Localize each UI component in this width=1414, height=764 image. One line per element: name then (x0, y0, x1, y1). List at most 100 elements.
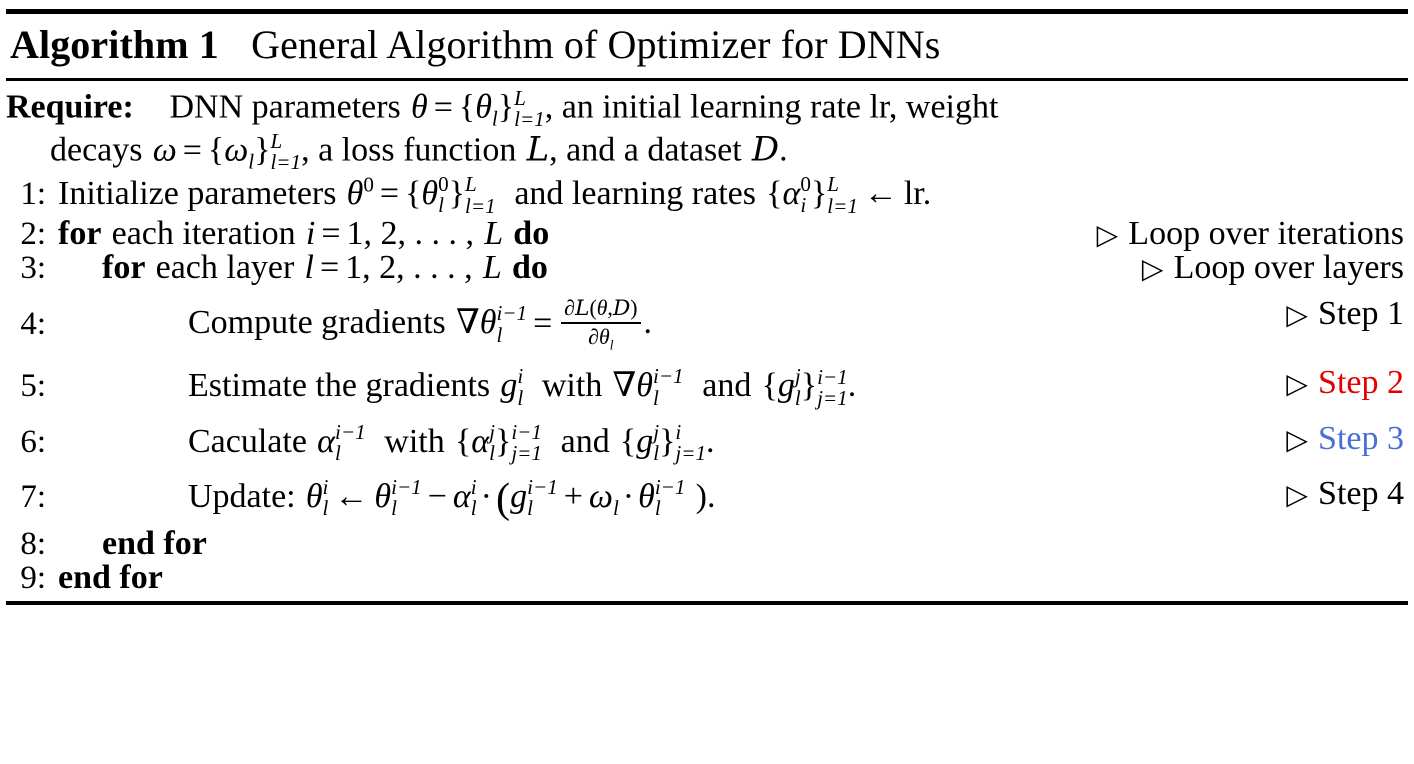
equals-sign: = (533, 304, 553, 342)
line-content-5: Estimate the gradients g i l with ∇θ i−1 l and {g… (188, 364, 857, 411)
partial-icon: ∂ (564, 296, 575, 321)
index-l: l (304, 249, 314, 287)
comment-text: Loop over layers (1173, 249, 1404, 287)
limits-i-j1: i j=1 (675, 419, 707, 466)
comment-text-step3: Step 3 (1318, 419, 1404, 457)
line1-text-a: Initialize parameters (58, 175, 337, 212)
comment-line-3: ▷ Loop over layers (1142, 251, 1404, 285)
alpha-symbol: α (317, 422, 335, 460)
algorithm-figure: Algorithm 1 General Algorithm of Optimiz… (0, 0, 1414, 764)
loss-symbol: L (526, 129, 550, 170)
line-number-4: 4: (20, 305, 46, 342)
line-number-7: 7: (20, 478, 46, 515)
line7-close: ). (695, 477, 716, 515)
comment-text: Step 4 (1318, 474, 1404, 512)
partial-icon: ∂ (588, 325, 600, 350)
alpha-symbol: α (452, 477, 471, 515)
line6-text-c: and (560, 422, 610, 460)
line-number-3: 3: (20, 250, 46, 287)
line-number-2: 2: (20, 216, 46, 253)
theta-symbol: θ (410, 88, 428, 126)
nabla-icon: ∇ (612, 367, 637, 405)
require-text-2: decays (50, 131, 143, 169)
line6-period: . (706, 422, 715, 460)
line-content-8: end for (102, 524, 207, 562)
algorithm-line-3: 3: for each layer l = 1, 2, . . . , Ldo ▷ Loop… (6, 251, 1408, 285)
alpha-sub-l-sup-i: il (470, 474, 477, 521)
line-content-7: Update: θ i l ← θ i−1 l − α i l ·(g i−1 l + ωl · θ i−1 l). (188, 474, 716, 523)
triangle-icon: ▷ (1096, 220, 1119, 252)
comment-text: Step 1 (1318, 295, 1404, 333)
algorithm-line-9: 9: end for (6, 558, 1408, 596)
left-arrow: ← (334, 477, 369, 515)
require-keyword: Require: (6, 88, 134, 126)
line-content-2: for each iteration i = 1, 2, . . . , Ldo (58, 217, 549, 251)
line5-text-b: with (541, 367, 603, 405)
equals-sign: = (319, 249, 340, 287)
minus-sign: − (427, 477, 447, 515)
symbol-L: L (484, 215, 504, 253)
alpha-symbol: α (782, 175, 801, 212)
line-number-6: 6: (20, 423, 46, 460)
comment-line-2: ▷ Loop over iterations (1097, 217, 1404, 251)
algorithm-line-2: 2: for each iteration i = 1, 2, . . . , Ldo ▷… (6, 217, 1408, 251)
keyword-for: for (102, 249, 146, 287)
line-content-9: end for (58, 558, 163, 596)
g-symbol: g (500, 367, 518, 405)
line-content-6: Caculate α i−1 l with {α j l} i−1 j=1 and {g j l} i j=1… (188, 419, 715, 466)
require-line-1: Require: DNN parameters θ = {θl} Ll=1, an in… (6, 86, 1408, 132)
theta-symbol: θ (599, 325, 610, 350)
limits-L-l1: Ll=1 (514, 86, 545, 132)
theta-sub-l-sup-i-1: i−1 l (654, 474, 686, 521)
theta-sub-l-sup-0: 0l (438, 171, 449, 218)
subscript-l: l (609, 337, 614, 353)
require-period: . (779, 131, 788, 169)
comment-line-5: ▷ Step 2 (1286, 366, 1404, 400)
triangle-icon: ▷ (1286, 424, 1308, 456)
line6-text-b: with (384, 422, 445, 460)
triangle-icon: ▷ (1286, 369, 1308, 401)
line2-sequence: 1, 2, . . . , (346, 215, 475, 253)
theta-sub-l-sup-i-1: i−1 l (652, 364, 684, 410)
algorithm-line-8: 8: end for (6, 524, 1408, 562)
line5-period: . (847, 367, 857, 405)
triangle-icon: ▷ (1141, 254, 1164, 286)
omega-symbol: ω (588, 477, 613, 515)
alpha-symbol: α (471, 422, 490, 460)
theta-sub-l-sup-i-1: i−1 l (391, 474, 422, 521)
line-number-5: 5: (20, 368, 46, 405)
equals-sign: = (182, 131, 202, 169)
equals-sign: = (379, 175, 400, 212)
algorithm-line-5: 5: Estimate the gradients g i l with ∇θ i−1 l an… (6, 364, 1408, 411)
left-arrow: ← (863, 175, 898, 212)
comment-line-6: ▷ Step 3 (1286, 419, 1404, 457)
equals-sign: = (321, 215, 341, 253)
alpha-sub-i-sup-0: 0i (800, 171, 811, 218)
g-sub-l-sup-i-1: i−1 l (527, 474, 558, 521)
require-content-1: Require: DNN parameters θ = {θl} Ll=1, an in… (6, 86, 999, 132)
comment-line-7: ▷ Step 4 (1286, 474, 1404, 512)
keyword-do: do (511, 249, 548, 287)
fraction-denominator: ∂θl (561, 322, 641, 353)
limits-L-l1: Ll=1 (270, 128, 302, 175)
line1-text-b: and learning rates (514, 175, 756, 212)
line3-text: each layer (155, 249, 295, 287)
omega-symbol: ω (224, 131, 249, 169)
algorithm-line-4: 4: Compute gradients ∇θ i−1 l = ∂L(θ,D) ∂θl. ▷… (6, 295, 1408, 354)
theta-sub-l-sup-i-1: i−1 l (496, 301, 528, 347)
partial-derivative-fraction: ∂L(θ,D) ∂θl (561, 296, 641, 353)
limits-L-l1: Ll=1 (827, 172, 858, 218)
limits-i1-j1: i−1 j=1 (817, 364, 848, 411)
theta-symbol: θ (479, 304, 497, 342)
loss-symbol: L (575, 296, 590, 322)
g-sub-l-sup-i: il (517, 364, 524, 410)
require-tail-1: , an initial learning rate lr, weight (544, 88, 999, 126)
require-content-2: decays ω = {ωl} Ll=1, a loss function L, and … (50, 128, 788, 175)
line-number-1: 1: (20, 176, 46, 212)
fraction-numerator: ∂L(θ,D) (564, 296, 638, 322)
algorithm-body: Require: DNN parameters θ = {θl} Ll=1, an in… (0, 81, 1414, 601)
plus-sign: + (563, 477, 583, 515)
line6-text-a: Caculate (188, 422, 307, 460)
alpha-sub-l-sup-i-1: i−1 l (334, 419, 366, 466)
theta-symbol: θ (346, 175, 364, 212)
